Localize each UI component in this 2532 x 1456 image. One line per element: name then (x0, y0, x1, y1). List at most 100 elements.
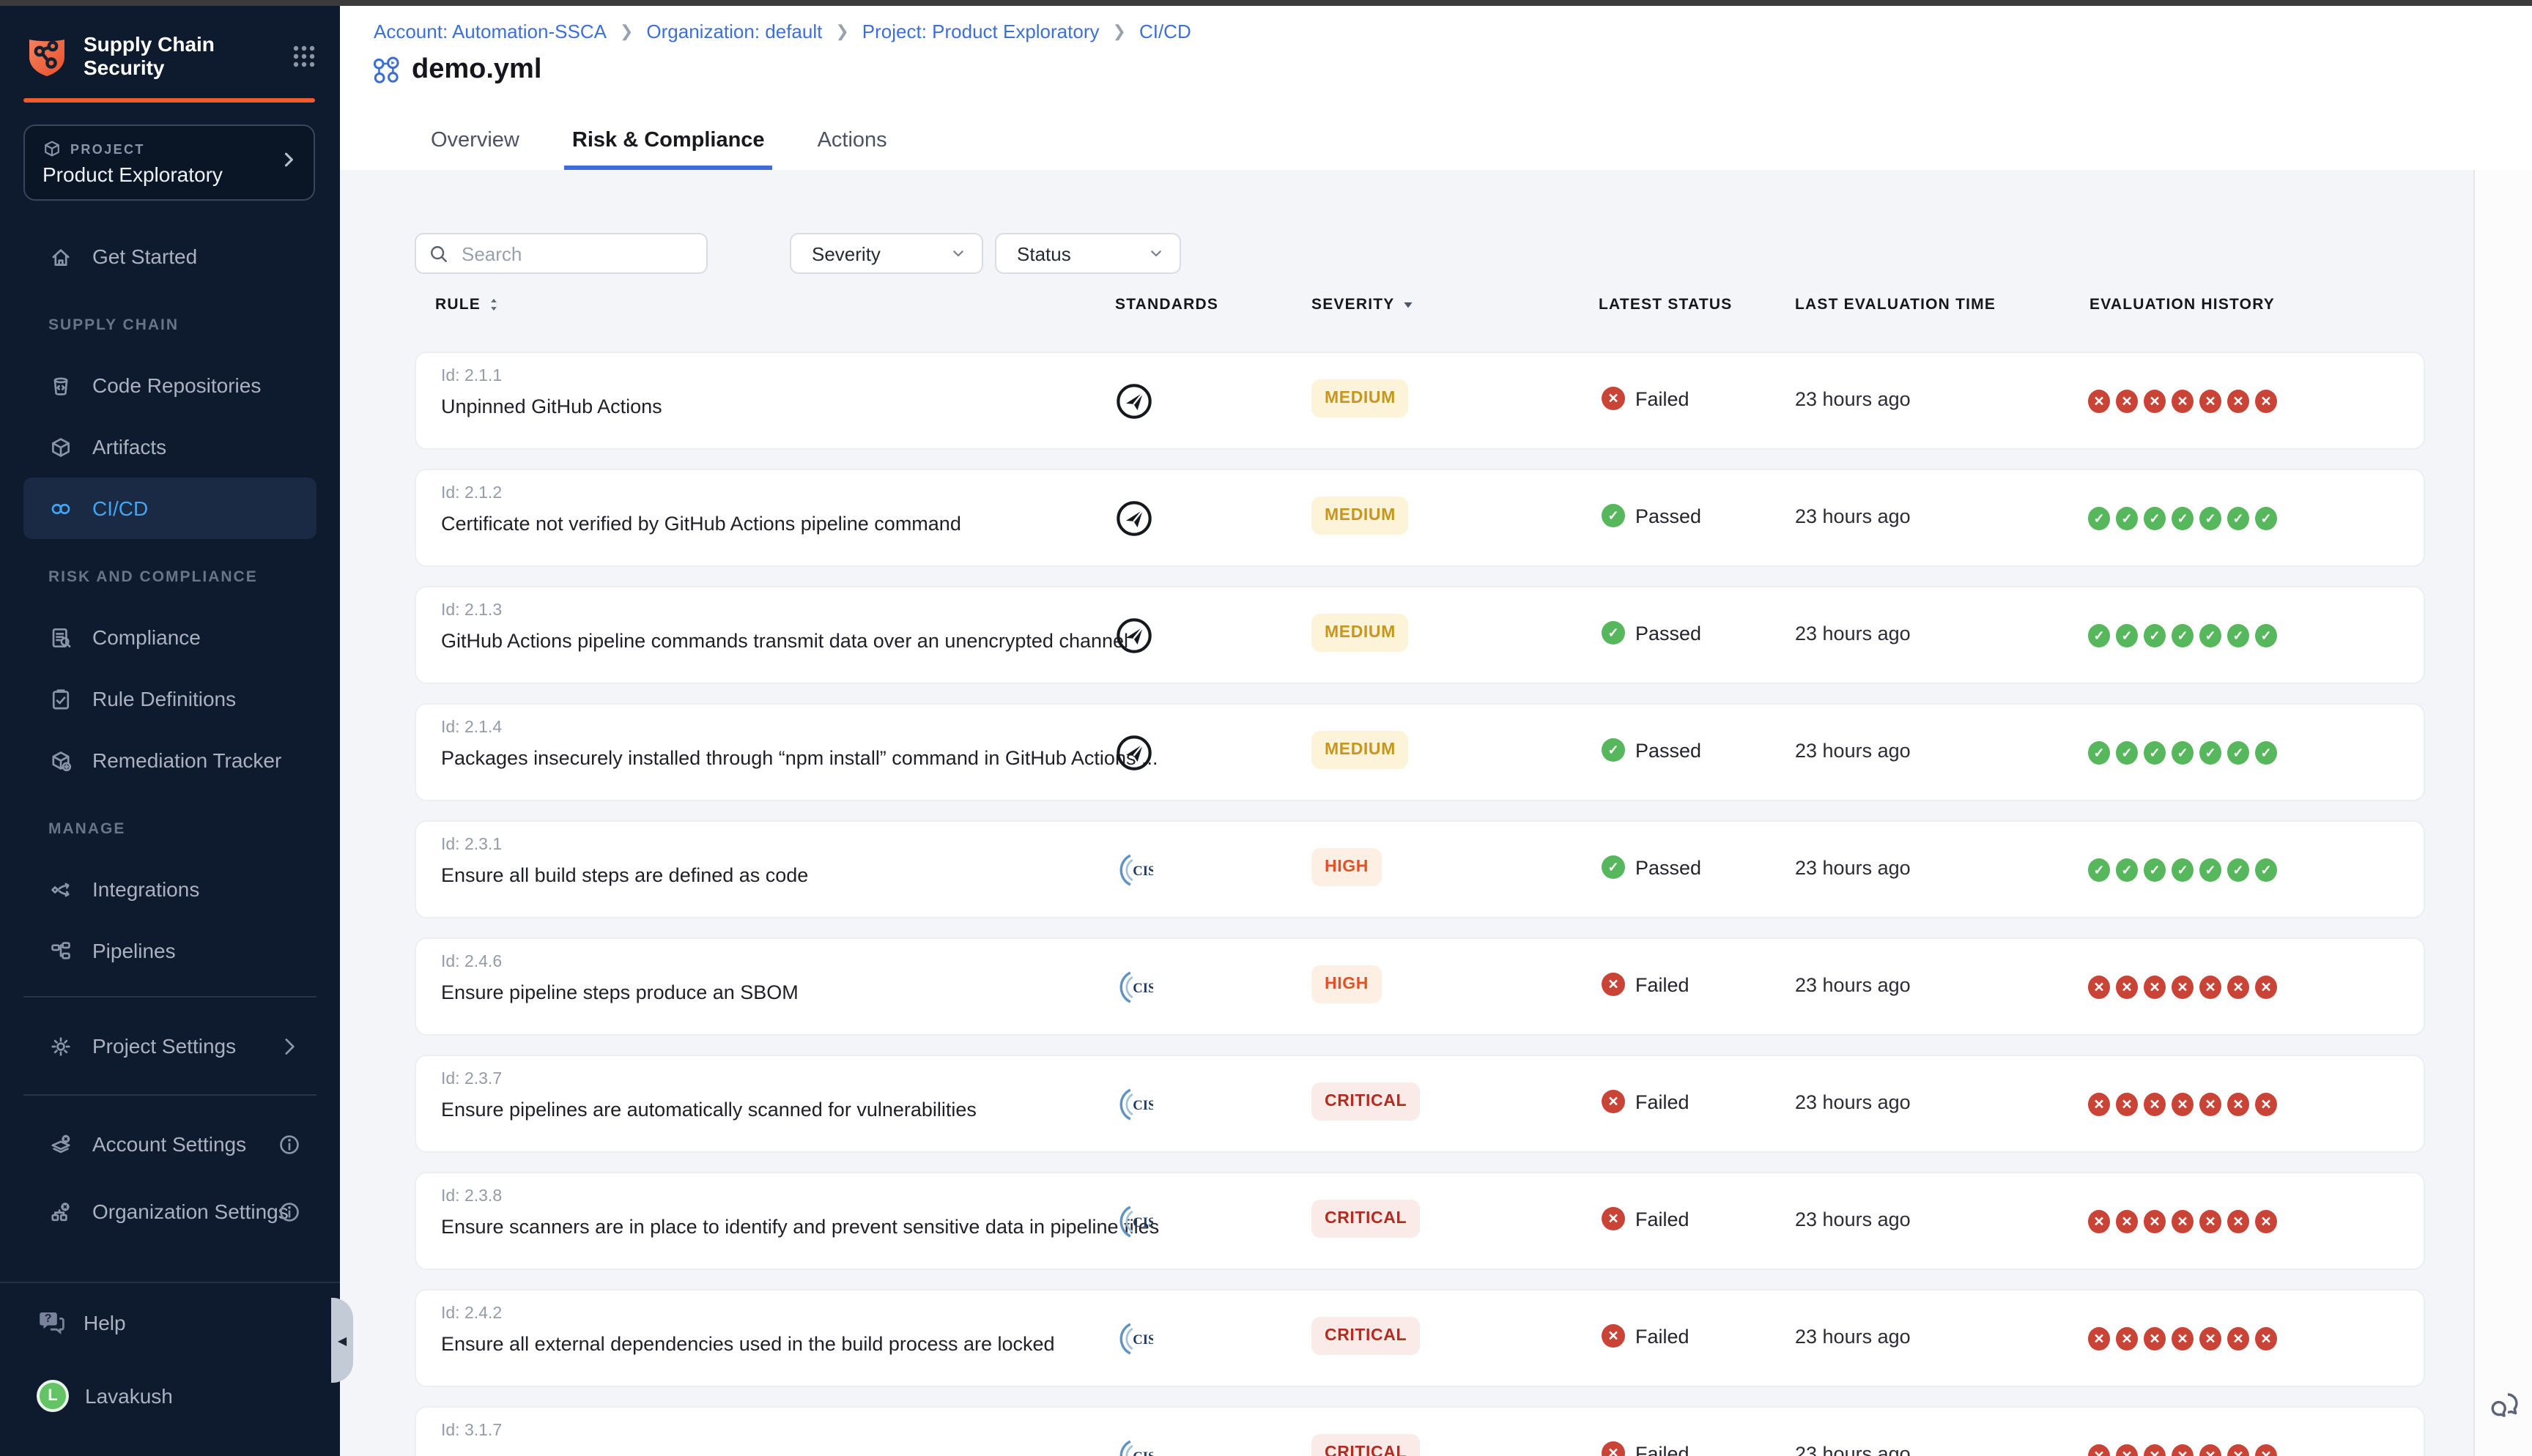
history-fail-icon: ✕ (2116, 1327, 2138, 1351)
evaluation-history: ✓✓✓✓✓✓✓ (2088, 507, 2277, 530)
column-standards[interactable]: STANDARDS (1115, 296, 1218, 313)
breadcrumb-project-link[interactable]: Project: Product Exploratory (862, 21, 1100, 42)
history-fail-icon: ✕ (2088, 390, 2110, 413)
evaluation-history: ✕✕✕✕✕✕✕ (2088, 1093, 2277, 1116)
sidebar-item-project-settings[interactable]: Project Settings (0, 1012, 340, 1080)
history-pass-icon: ✓ (2199, 741, 2221, 765)
sidebar-item-ci-cd[interactable]: CI/CD (23, 478, 316, 539)
history-pass-icon: ✓ (2255, 858, 2277, 882)
evaluation-history: ✓✓✓✓✓✓✓ (2088, 858, 2277, 882)
history-fail-icon: ✕ (2255, 976, 2277, 999)
org-icon (48, 1199, 73, 1224)
history-fail-icon: ✕ (2088, 1210, 2110, 1233)
history-pass-icon: ✓ (2144, 858, 2166, 882)
history-fail-icon: ✕ (2144, 1093, 2166, 1116)
chevron-right-icon (277, 1033, 302, 1058)
rule-row[interactable]: Id: 2.3.7 Ensure pipelines are automatic… (415, 1055, 2425, 1153)
sort-desc-icon[interactable] (1400, 297, 1415, 312)
rule-row[interactable]: Id: 2.4.6 Ensure pipeline steps produce … (415, 937, 2425, 1036)
history-fail-icon: ✕ (2172, 1444, 2194, 1456)
sidebar-item-compliance[interactable]: Compliance (0, 606, 340, 668)
last-evaluation-time: 23 hours ago (1795, 1208, 1911, 1230)
sidebar-item-account-settings[interactable]: Account Settings (0, 1110, 340, 1178)
rule-row[interactable]: Id: 3.1.7 CIS CRITICAL ✕ Failed 23 hours… (415, 1406, 2425, 1456)
history-fail-icon: ✕ (2199, 1327, 2221, 1351)
chevron-down-icon (1147, 245, 1165, 262)
evaluation-history: ✕✕✕✕✕✕✕ (2088, 1327, 2277, 1351)
history-pass-icon: ✓ (2088, 741, 2110, 765)
latest-status: ✓ Passed (1602, 855, 1701, 879)
project-selector[interactable]: PROJECT Product Exploratory (23, 125, 315, 201)
rule-row[interactable]: Id: 2.1.4 Packages insecurely installed … (415, 703, 2425, 801)
sidebar-item-rule-definitions[interactable]: Rule Definitions (0, 668, 340, 729)
integrations-icon (48, 877, 73, 902)
right-rail (2473, 170, 2532, 1456)
chat-bubbles-icon[interactable] (2485, 1386, 2523, 1424)
rule-row[interactable]: Id: 2.1.1 Unpinned GitHub Actions MEDIUM… (415, 352, 2425, 450)
rule-row[interactable]: Id: 2.4.2 Ensure all external dependenci… (415, 1289, 2425, 1387)
tab-risk-and-compliance[interactable]: Risk & Compliance (565, 122, 772, 170)
rule-id: Id: 2.1.3 (441, 602, 502, 620)
history-fail-icon: ✕ (2116, 1444, 2138, 1456)
artifacts-icon (48, 434, 73, 459)
cicd-icon (48, 496, 73, 521)
search-input[interactable] (459, 241, 684, 266)
rule-row[interactable]: Id: 2.1.3 GitHub Actions pipeline comman… (415, 586, 2425, 684)
evaluation-history: ✕✕✕✕✕✕✕ (2088, 1444, 2277, 1456)
history-pass-icon: ✓ (2199, 858, 2221, 882)
tab-bar: Overview Risk & Compliance Actions (423, 122, 895, 170)
cis-icon: CIS (1115, 851, 1153, 889)
column-last-evaluation-time[interactable]: LAST EVALUATION TIME (1795, 296, 1996, 313)
history-pass-icon: ✓ (2227, 741, 2249, 765)
cis-icon: CIS (1115, 1320, 1153, 1358)
severity-filter-dropdown[interactable]: Severity (790, 233, 983, 274)
evaluation-history: ✓✓✓✓✓✓✓ (2088, 624, 2277, 647)
sidebar-item-artifacts[interactable]: Artifacts (0, 416, 340, 478)
sort-both-icon[interactable] (486, 296, 501, 313)
rule-row[interactable]: Id: 2.1.2 Certificate not verified by Gi… (415, 469, 2425, 567)
sidebar-item-integrations[interactable]: Integrations (0, 858, 340, 920)
breadcrumb-account-link[interactable]: Account: Automation-SSCA (374, 21, 607, 42)
history-pass-icon: ✓ (2088, 858, 2110, 882)
sidebar-divider (23, 1094, 316, 1096)
rule-name: Ensure all build steps are defined as co… (441, 864, 808, 886)
status-fail-icon: ✕ (1602, 1324, 1625, 1348)
column-rule[interactable]: RULE (435, 296, 501, 313)
pipeline-file-icon (371, 55, 401, 86)
latest-status: ✕ Failed (1602, 1324, 1689, 1348)
status-fail-icon: ✕ (1602, 387, 1625, 410)
svg-text:CIS: CIS (1133, 1332, 1153, 1348)
history-pass-icon: ✓ (2199, 624, 2221, 647)
sidebar-item-get-started[interactable]: Get Started (0, 226, 340, 287)
sidebar-item-code-repositories[interactable]: Code Repositories (0, 354, 340, 416)
gear-icon (48, 1033, 73, 1058)
info-icon[interactable] (277, 1132, 302, 1156)
status-filter-dropdown[interactable]: Status (995, 233, 1181, 274)
info-icon[interactable] (277, 1199, 302, 1224)
sidebar-item-remediation-tracker[interactable]: Remediation Tracker (0, 729, 340, 791)
cis-icon: CIS (1115, 1085, 1153, 1123)
history-fail-icon: ✕ (2227, 1444, 2249, 1456)
column-latest-status[interactable]: LATEST STATUS (1599, 296, 1732, 313)
tab-actions[interactable]: Actions (810, 122, 895, 170)
breadcrumb-organization-link[interactable]: Organization: default (646, 21, 822, 42)
tab-overview[interactable]: Overview (423, 122, 527, 170)
history-pass-icon: ✓ (2144, 741, 2166, 765)
app-logo: Supply ChainSecurity (23, 29, 316, 82)
rule-row[interactable]: Id: 2.3.1 Ensure all build steps are def… (415, 820, 2425, 918)
history-fail-icon: ✕ (2144, 390, 2166, 413)
sidebar-collapse-handle[interactable]: ◀ (331, 1298, 353, 1383)
history-fail-icon: ✕ (2199, 1210, 2221, 1233)
sidebar-item-pipelines[interactable]: Pipelines (0, 920, 340, 981)
rule-id: Id: 2.4.2 (441, 1305, 502, 1323)
column-evaluation-history[interactable]: EVALUATION HISTORY (2089, 296, 2275, 313)
user-menu[interactable]: L Lavakush (37, 1380, 173, 1412)
status-filter-label: Status (1017, 242, 1071, 264)
sidebar-item-organization-settings[interactable]: Organization Settings (0, 1178, 340, 1245)
column-severity[interactable]: SEVERITY (1311, 296, 1415, 313)
last-evaluation-time: 23 hours ago (1795, 857, 1911, 879)
breadcrumb-cicd-link[interactable]: CI/CD (1139, 21, 1191, 42)
help-button[interactable]: ? Help (38, 1310, 126, 1336)
app-grid-icon[interactable] (292, 43, 316, 68)
rule-row[interactable]: Id: 2.3.8 Ensure scanners are in place t… (415, 1172, 2425, 1270)
